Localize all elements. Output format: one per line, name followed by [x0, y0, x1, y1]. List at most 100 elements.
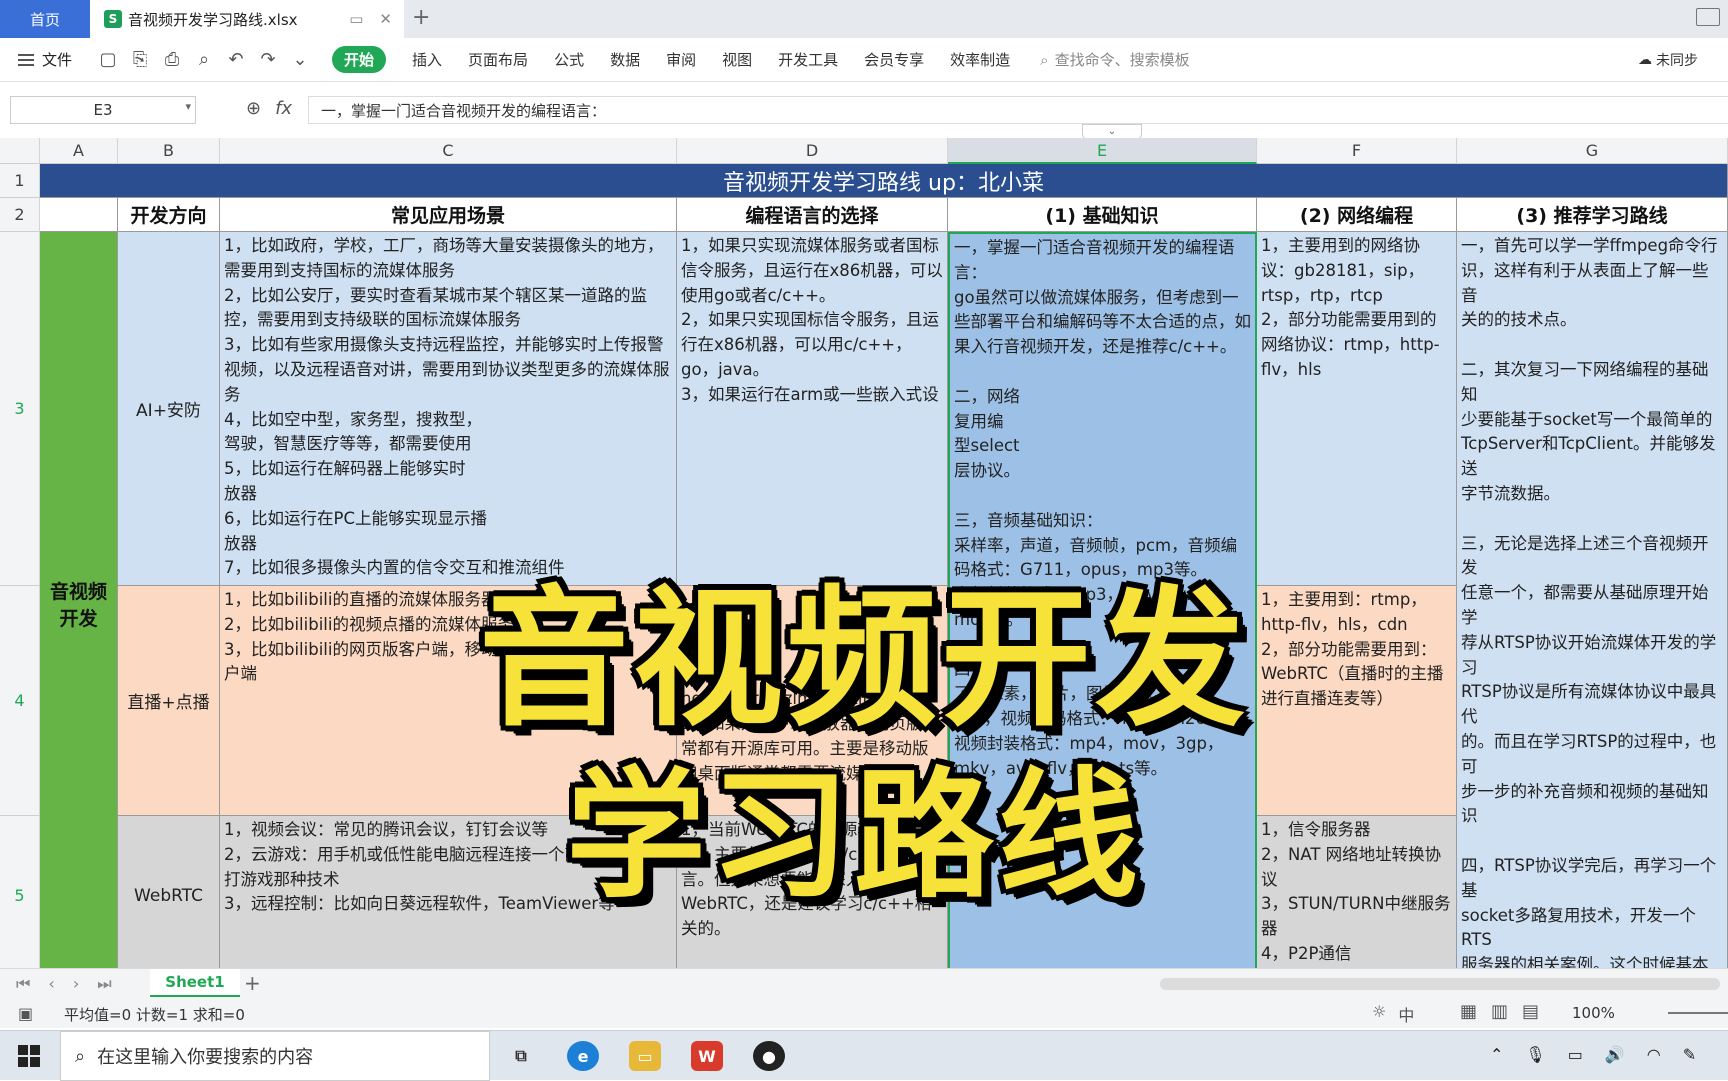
new-tab-icon[interactable]: +	[412, 5, 430, 30]
ribbon-tab-page-layout[interactable]: 页面布局	[468, 49, 528, 70]
ribbon-tab-view[interactable]: 视图	[722, 49, 752, 70]
ribbon-tab-developer[interactable]: 开发工具	[778, 49, 838, 70]
task-view-icon[interactable]: ⧉	[505, 1041, 537, 1071]
ribbon-tab-data[interactable]: 数据	[610, 49, 640, 70]
status-bar: ▣ 平均值=0 计数=1 求和=0 ☼ 中 ▦ ▥ ▤ 100%	[0, 998, 1728, 1028]
menu-icon	[18, 53, 34, 66]
tray-expand-icon[interactable]: ⌃	[1490, 1045, 1503, 1064]
overlay-title-line2: 学习路线	[565, 755, 1142, 918]
quick-access-toolbar: ▢ ⎘ ⎙ ⌕ ↶ ↷ ⌄	[98, 49, 310, 70]
taskbar-search[interactable]: ⌕ 在这里输入你要搜索的内容	[60, 1031, 490, 1081]
ribbon-tab-efficiency[interactable]: 效率制造	[950, 49, 1010, 70]
sync-label: 未同步	[1656, 53, 1698, 69]
file-menu-label: 文件	[42, 51, 73, 69]
column-header-e[interactable]: E	[948, 138, 1257, 164]
normal-view-icon[interactable]: ▦	[1460, 1001, 1477, 1022]
battery-icon[interactable]: ▭	[1568, 1045, 1583, 1064]
zoom-level[interactable]: 100%	[1572, 1004, 1615, 1022]
select-all-corner[interactable]	[0, 138, 40, 164]
ribbon-tab-insert[interactable]: 插入	[412, 49, 442, 70]
close-tab-icon[interactable]: ✕	[379, 10, 392, 28]
print-preview-icon[interactable]: ⌕	[194, 49, 214, 70]
row-header-3[interactable]: 3	[0, 232, 40, 586]
command-search[interactable]: ⌕ 查找命令、搜索模板	[1040, 49, 1189, 70]
windows-start-icon[interactable]	[18, 1045, 40, 1067]
macro-icon[interactable]: ▣	[18, 1004, 33, 1023]
cell-f3[interactable]: 1，主要用到的网络协议：gb28181，sip，rtsp，rtp，rtcp 2，…	[1257, 232, 1457, 586]
eye-protect-icon[interactable]: ☼	[1372, 1002, 1386, 1026]
search-icon: ⌕	[75, 1045, 86, 1067]
tab-document-label: 音视频开发学习路线.xlsx	[128, 10, 298, 29]
input-method-icon[interactable]: 中	[1398, 1002, 1414, 1026]
cell-reference: E3	[93, 101, 113, 119]
row-header-2[interactable]: 2	[0, 198, 40, 232]
undo-icon[interactable]: ↶	[226, 49, 246, 70]
file-explorer-icon[interactable]: ▭	[629, 1041, 661, 1071]
header-cell-scenarios[interactable]: 常见应用场景	[220, 198, 677, 232]
save-icon[interactable]: ▢	[98, 49, 118, 70]
column-header-f[interactable]: F	[1257, 138, 1457, 164]
more-icon[interactable]: ⌄	[290, 49, 310, 70]
column-header-d[interactable]: D	[677, 138, 948, 164]
name-box[interactable]: E3 ▾	[10, 96, 196, 124]
direction-cell-ai-security[interactable]: AI+安防	[118, 232, 220, 586]
spreadsheet-icon: S	[104, 10, 122, 28]
header-cell-language[interactable]: 编程语言的选择	[677, 198, 948, 232]
zoom-slider[interactable]	[1668, 1012, 1728, 1014]
pin-icon[interactable]: ▭	[349, 10, 363, 28]
wifi-icon[interactable]: ◠	[1647, 1045, 1661, 1064]
microphone-icon[interactable]: 🎙	[1525, 1045, 1545, 1064]
ribbon-tab-formulas[interactable]: 公式	[554, 49, 584, 70]
window-layout-icon[interactable]	[1696, 8, 1720, 26]
sync-status[interactable]: ☁ 未同步	[1638, 50, 1698, 70]
last-sheet-icon[interactable]: ⏭	[97, 974, 111, 994]
next-sheet-icon[interactable]: ›	[73, 974, 79, 994]
print-icon[interactable]: ⎙	[162, 49, 182, 70]
page-layout-view-icon[interactable]: ▥	[1491, 1001, 1508, 1022]
column-header-a[interactable]: A	[40, 138, 118, 164]
ribbon-tab-home[interactable]: 开始	[332, 46, 387, 73]
recorder-app-icon[interactable]: ●	[753, 1041, 785, 1071]
prev-sheet-icon[interactable]: ‹	[48, 974, 54, 994]
header-cell-roadmap[interactable]: (3) 推荐学习路线	[1457, 198, 1728, 232]
volume-icon[interactable]: 🔊	[1605, 1045, 1625, 1064]
tab-document[interactable]: S 音视频开发学习路线.xlsx ▭ ✕	[90, 0, 404, 38]
sheet-tab-sheet1[interactable]: Sheet1	[150, 969, 240, 997]
export-icon[interactable]: ⎘	[130, 49, 150, 70]
column-header-c[interactable]: C	[220, 138, 677, 164]
sheet-title-cell[interactable]: 音视频开发学习路线 up：北小菜	[40, 164, 1728, 198]
ribbon-tab-member[interactable]: 会员专享	[864, 49, 924, 70]
spreadsheet-grid: A B C D E F G 1 2 3 4 5 音视频开发学习路线 up：北小菜…	[0, 138, 1728, 970]
column-header-g[interactable]: G	[1457, 138, 1728, 164]
cell-c3[interactable]: 1，比如政府，学校，工厂，商场等大量安装摄像头的地方，需要用到支持国标的流媒体服…	[220, 232, 677, 586]
ribbon: 文件 ▢ ⎘ ⎙ ⌕ ↶ ↷ ⌄ 开始 插入 页面布局 公式 数据 审阅 视图 …	[0, 38, 1728, 82]
file-menu-button[interactable]: 文件	[18, 49, 72, 70]
header-cell-network[interactable]: (2) 网络编程	[1257, 198, 1457, 232]
first-sheet-icon[interactable]: ⏮	[16, 974, 30, 994]
wps-office-icon[interactable]: W	[691, 1041, 723, 1071]
search-icon: ⌕	[1040, 50, 1049, 69]
tab-home[interactable]: 首页	[0, 0, 90, 38]
edge-browser-icon[interactable]: e	[567, 1041, 599, 1071]
cloud-icon: ☁	[1638, 52, 1652, 68]
horizontal-scrollbar[interactable]	[1160, 978, 1720, 990]
header-cell-a[interactable]	[40, 198, 118, 232]
taskbar: ⌕ 在这里输入你要搜索的内容 ⧉ e ▭ W ● ⌃ 🎙 ▭ 🔊 ◠ ✎	[0, 1030, 1728, 1081]
pen-icon[interactable]: ✎	[1683, 1045, 1696, 1064]
ribbon-tab-review[interactable]: 审阅	[666, 49, 696, 70]
add-sheet-icon[interactable]: +	[244, 971, 261, 995]
redo-icon[interactable]: ↷	[258, 49, 278, 70]
row-header-1[interactable]: 1	[0, 164, 40, 198]
column-header-b[interactable]: B	[118, 138, 220, 164]
header-cell-direction[interactable]: 开发方向	[118, 198, 220, 232]
function-icon[interactable]: fx	[275, 98, 292, 119]
selection-stats: 平均值=0 计数=1 求和=0	[64, 1006, 245, 1024]
chevron-down-icon[interactable]: ▾	[185, 100, 191, 113]
page-break-view-icon[interactable]: ▤	[1522, 1001, 1539, 1022]
header-cell-basics[interactable]: (1) 基础知识	[948, 198, 1257, 232]
zoom-icon[interactable]: ⊕	[246, 98, 261, 119]
sheet-tab-bar: ⏮ ‹ › ⏭ Sheet1 +	[0, 968, 1728, 998]
tab-bar: 首页 S 音视频开发学习路线.xlsx ▭ ✕ +	[0, 0, 1728, 38]
formula-input[interactable]: 一，掌握一门适合音视频开发的编程语言：	[308, 96, 1728, 124]
cell-d3[interactable]: 1，如果只实现流媒体服务或者国标信令服务，且运行在x86机器，可以使用go或者c…	[677, 232, 948, 586]
